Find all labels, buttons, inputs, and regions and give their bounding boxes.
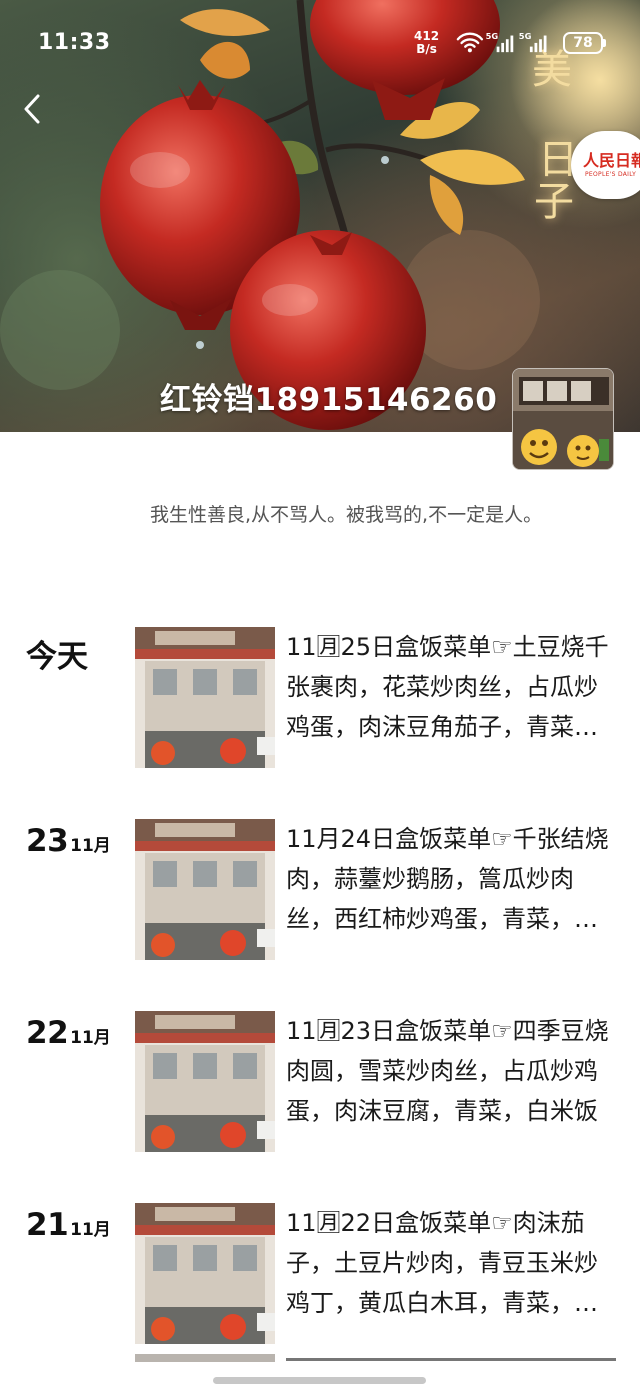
post-thumbnail[interactable] — [135, 627, 275, 768]
post-text: 11🈷22日盒饭菜单☞肉沫茄子，土豆片炒肉，青豆玉米炒鸡丁，黄瓜白木耳，青菜，白… — [286, 1209, 598, 1317]
next-post-text-partial — [286, 1358, 616, 1364]
post-date: 23 11月 — [26, 823, 126, 863]
post-thumbnail[interactable] — [135, 1203, 275, 1344]
post-date-month: 11月 — [70, 1220, 111, 1240]
badge-sub: PEOPLE'S DAILY — [585, 171, 637, 178]
storefront-image — [135, 1203, 275, 1344]
home-indicator[interactable] — [213, 1377, 426, 1384]
storefront-image — [135, 1011, 275, 1152]
signal-2-label: 5G — [519, 31, 532, 41]
battery-icon: 78 — [563, 32, 606, 54]
avatar[interactable] — [512, 368, 614, 470]
signal-1-label: 5G — [486, 31, 499, 41]
post-date-day: 21 — [26, 1207, 69, 1243]
post-item[interactable]: 今天 11🈷25日盒饭菜单☞土豆烧千张裹肉，花菜炒肉丝，占瓜炒鸡蛋，肉沫豆角茄子… — [0, 627, 640, 769]
back-button[interactable] — [18, 92, 50, 126]
battery-level: 78 — [573, 35, 593, 51]
post-thumbnail[interactable] — [135, 1011, 275, 1152]
post-date-day: 23 — [26, 823, 69, 859]
badge-name: 人民日報 — [583, 151, 640, 170]
status-bar: 11:33 412 B/s 5G 5G 78 — [0, 0, 640, 86]
post-item[interactable]: 23 11月 11月24日盒饭菜单☞千张结烧肉，蒜薹炒鹅肠，篙瓜炒肉丝，西红柿炒鸡… — [0, 819, 640, 961]
avatar-image — [513, 369, 613, 469]
storefront-image — [135, 627, 275, 768]
signal-icons: 5G 5G — [456, 31, 547, 53]
post-date-day: 22 — [26, 1015, 69, 1051]
profile-signature: 我生性善良,从不骂人。被我骂的,不一定是人。 — [150, 504, 543, 526]
post-text: 11月24日盒饭菜单☞千张结烧肉，蒜薹炒鹅肠，篙瓜炒肉丝，西红柿炒鸡蛋，青菜，白… — [286, 825, 609, 933]
profile-name: 红铃铛18915146260 — [160, 382, 498, 418]
chevron-left-icon — [24, 94, 40, 124]
next-post-thumbnail-partial[interactable] — [135, 1354, 275, 1362]
post-date-today: 今天 — [26, 639, 88, 675]
post-item[interactable]: 22 11月 11🈷23日盒饭菜单☞四季豆烧肉圆，雪菜炒肉丝，占瓜炒鸡蛋，肉沫豆腐… — [0, 1011, 640, 1153]
post-date: 22 11月 — [26, 1015, 126, 1055]
post-date-month: 11月 — [70, 1028, 111, 1048]
post-date: 21 11月 — [26, 1207, 126, 1247]
post-date: 今天 — [26, 631, 126, 675]
post-thumbnail[interactable] — [135, 819, 275, 960]
status-time: 11:33 — [38, 30, 111, 55]
storefront-image — [135, 819, 275, 960]
network-speed: 412 B/s — [414, 30, 439, 56]
post-text: 11🈷23日盒饭菜单☞四季豆烧肉圆，雪菜炒肉丝，占瓜炒鸡蛋，肉沫豆腐，青菜，白米… — [286, 1017, 609, 1125]
post-item[interactable]: 21 11月 11🈷22日盒饭菜单☞肉沫茄子，土豆片炒肉，青豆玉米炒鸡丁，黄瓜白木… — [0, 1203, 640, 1345]
cover-deco-text-3: 子 — [534, 179, 574, 225]
peoples-daily-badge[interactable]: 人民日報 PEOPLE'S DAILY — [571, 131, 640, 199]
wifi-icon — [456, 32, 484, 48]
network-speed-unit: B/s — [416, 42, 437, 56]
post-text: 11🈷25日盒饭菜单☞土豆烧千张裹肉，花菜炒肉丝，占瓜炒鸡蛋，肉沫豆角茄子，青菜… — [286, 633, 609, 741]
post-date-month: 11月 — [70, 836, 111, 856]
